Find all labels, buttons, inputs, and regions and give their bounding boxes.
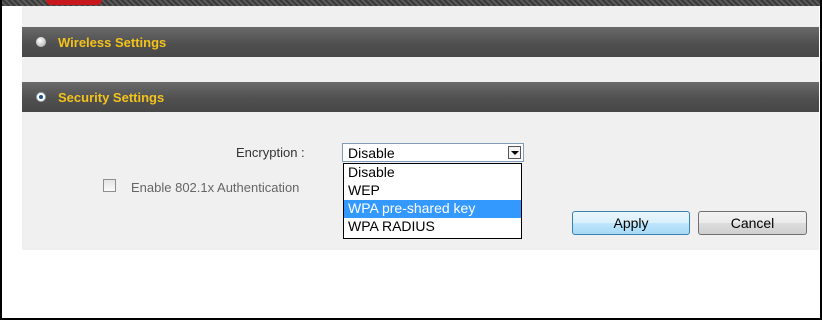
encryption-label: Encryption : [236,145,305,160]
option-wpa-psk[interactable]: WPA pre-shared key [344,200,521,218]
red-tab-decoration [46,0,102,5]
option-disable[interactable]: Disable [344,164,521,182]
encryption-select[interactable]: Disable [342,143,524,162]
wireless-settings-bar[interactable]: Wireless Settings [22,27,819,57]
security-radio-icon[interactable] [36,92,46,102]
chevron-down-icon[interactable] [508,146,521,159]
security-settings-title: Security Settings [58,89,165,105]
encryption-dropdown-list: Disable WEP WPA pre-shared key WPA RADIU… [343,163,522,239]
security-settings-bar[interactable]: Security Settings [22,82,819,112]
enable-8021x-label: Enable 802.1x Authentication [131,180,300,195]
option-wep[interactable]: WEP [344,182,521,200]
wireless-radio-icon[interactable] [36,37,46,47]
enable-8021x-checkbox[interactable] [103,179,116,192]
apply-button[interactable]: Apply [572,211,690,235]
cancel-button[interactable]: Cancel [698,211,807,235]
option-wpa-radius[interactable]: WPA RADIUS [344,218,521,236]
encryption-selected-value: Disable [348,145,395,161]
wireless-settings-title: Wireless Settings [58,34,167,50]
